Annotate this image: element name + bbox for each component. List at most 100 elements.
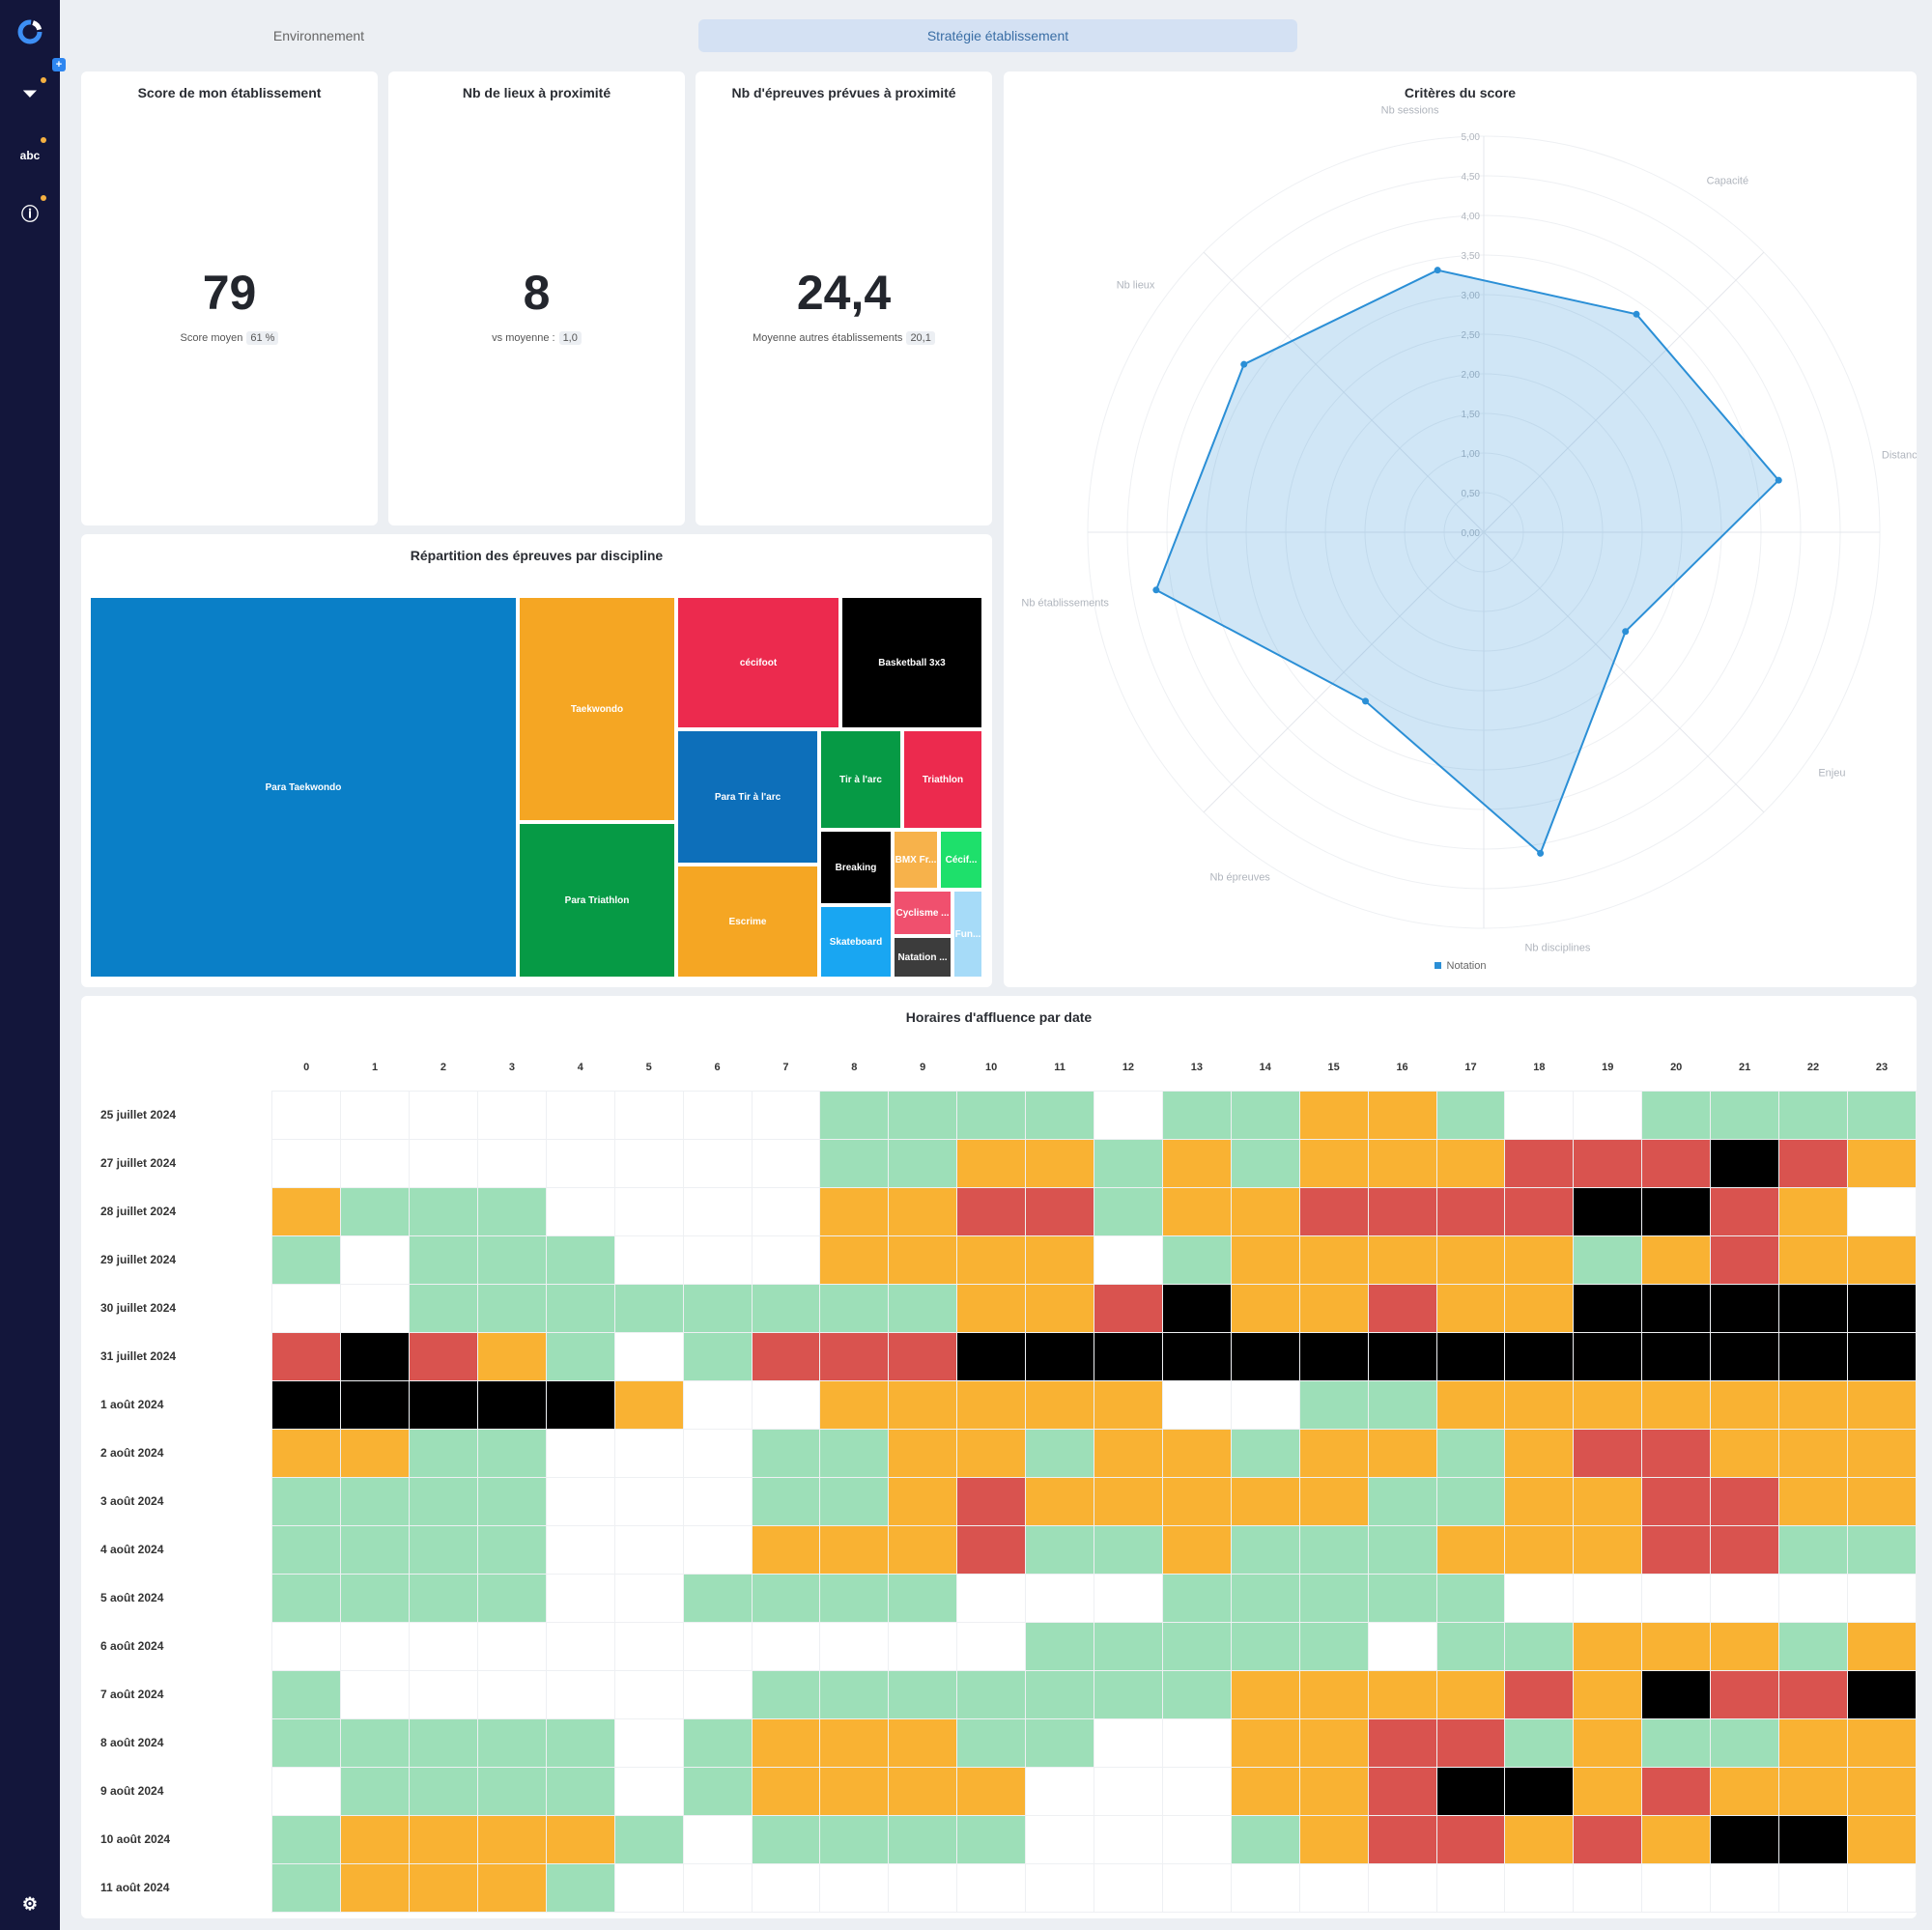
treemap-cell[interactable]: Skateboard	[819, 905, 893, 979]
heatmap-cell[interactable]	[1367, 1428, 1437, 1478]
heatmap-cell[interactable]	[1435, 1379, 1506, 1430]
heatmap-cell[interactable]	[271, 1862, 342, 1913]
heatmap-cell[interactable]	[751, 1235, 821, 1285]
heatmap-cell[interactable]	[1093, 1379, 1163, 1430]
heatmap-cell[interactable]	[1367, 1090, 1437, 1140]
treemap-cell[interactable]: Basketball 3x3	[840, 596, 983, 729]
heatmap-cell[interactable]	[271, 1186, 342, 1236]
heatmap-cell[interactable]	[682, 1862, 753, 1913]
heatmap-cell[interactable]	[1846, 1235, 1918, 1285]
heatmap-cell[interactable]	[1778, 1283, 1848, 1333]
heatmap-cell[interactable]	[682, 1573, 753, 1623]
heatmap-cell[interactable]	[1778, 1235, 1848, 1285]
heatmap-cell[interactable]	[1504, 1138, 1575, 1188]
heatmap-cell[interactable]	[1573, 1621, 1643, 1671]
heatmap-cell[interactable]	[476, 1524, 547, 1575]
heatmap-cell[interactable]	[1641, 1814, 1712, 1864]
heatmap-cell[interactable]	[751, 1090, 821, 1140]
heatmap-cell[interactable]	[1025, 1717, 1094, 1768]
heatmap-cell[interactable]	[1573, 1717, 1643, 1768]
heatmap-cell[interactable]	[476, 1235, 547, 1285]
heatmap-cell[interactable]	[819, 1573, 890, 1623]
heatmap-cell[interactable]	[956, 1476, 1027, 1526]
heatmap-cell[interactable]	[545, 1862, 615, 1913]
legend-label[interactable]: Notation	[1447, 960, 1487, 972]
heatmap-cell[interactable]	[1025, 1621, 1094, 1671]
heatmap-cell[interactable]	[340, 1717, 411, 1768]
heatmap-cell[interactable]	[1846, 1428, 1918, 1478]
heatmap-cell[interactable]	[1504, 1283, 1575, 1333]
heatmap-cell[interactable]	[1025, 1524, 1094, 1575]
heatmap-cell[interactable]	[888, 1186, 958, 1236]
heatmap-cell[interactable]	[888, 1138, 958, 1188]
heatmap-cell[interactable]	[271, 1379, 342, 1430]
heatmap-cell[interactable]	[1435, 1524, 1506, 1575]
heatmap-cell[interactable]	[1846, 1573, 1918, 1623]
heatmap-cell[interactable]	[409, 1138, 478, 1188]
heatmap-cell[interactable]	[1435, 1138, 1506, 1188]
heatmap-cell[interactable]	[1298, 1717, 1369, 1768]
heatmap-cell[interactable]	[1435, 1814, 1506, 1864]
heatmap-cell[interactable]	[751, 1476, 821, 1526]
heatmap-cell[interactable]	[888, 1428, 958, 1478]
heatmap-cell[interactable]	[409, 1717, 478, 1768]
heatmap-cell[interactable]	[1093, 1138, 1163, 1188]
heatmap-cell[interactable]	[545, 1090, 615, 1140]
heatmap-cell[interactable]	[888, 1573, 958, 1623]
treemap-cell[interactable]: Taekwondo	[518, 596, 676, 822]
heatmap-cell[interactable]	[340, 1186, 411, 1236]
treemap-cell[interactable]: Para Tir à l'arc	[676, 729, 819, 865]
heatmap-cell[interactable]	[1161, 1283, 1232, 1333]
heatmap-cell[interactable]	[1367, 1766, 1437, 1816]
heatmap-cell[interactable]	[340, 1090, 411, 1140]
heatmap-cell[interactable]	[956, 1862, 1027, 1913]
heatmap-cell[interactable]	[1710, 1766, 1780, 1816]
heatmap-cell[interactable]	[545, 1766, 615, 1816]
heatmap-cell[interactable]	[340, 1669, 411, 1719]
heatmap-cell[interactable]	[1641, 1573, 1712, 1623]
heatmap-cell[interactable]	[613, 1717, 684, 1768]
heatmap-cell[interactable]	[819, 1621, 890, 1671]
heatmap-cell[interactable]	[613, 1524, 684, 1575]
heatmap-cell[interactable]	[751, 1717, 821, 1768]
heatmap-cell[interactable]	[888, 1331, 958, 1381]
heatmap-cell[interactable]	[613, 1476, 684, 1526]
heatmap-cell[interactable]	[613, 1379, 684, 1430]
heatmap-cell[interactable]	[956, 1090, 1027, 1140]
heatmap-cell[interactable]	[271, 1524, 342, 1575]
heatmap-cell[interactable]	[1367, 1717, 1437, 1768]
heatmap-cell[interactable]	[613, 1331, 684, 1381]
heatmap-cell[interactable]	[1710, 1621, 1780, 1671]
heatmap-cell[interactable]	[409, 1669, 478, 1719]
heatmap-cell[interactable]	[1161, 1186, 1232, 1236]
heatmap-cell[interactable]	[613, 1138, 684, 1188]
heatmap-cell[interactable]	[1025, 1283, 1094, 1333]
heatmap-cell[interactable]	[819, 1379, 890, 1430]
heatmap-cell[interactable]	[1367, 1379, 1437, 1430]
heatmap-cell[interactable]	[1504, 1573, 1575, 1623]
heatmap-cell[interactable]	[1025, 1862, 1094, 1913]
heatmap-cell[interactable]	[476, 1621, 547, 1671]
treemap-cell[interactable]: Cyclisme ...	[893, 890, 952, 936]
heatmap-cell[interactable]	[682, 1766, 753, 1816]
heatmap-cell[interactable]	[545, 1814, 615, 1864]
heatmap-cell[interactable]	[1367, 1235, 1437, 1285]
heatmap-cell[interactable]	[1573, 1524, 1643, 1575]
heatmap-cell[interactable]	[1367, 1476, 1437, 1526]
heatmap-cell[interactable]	[1710, 1476, 1780, 1526]
heatmap-cell[interactable]	[613, 1669, 684, 1719]
heatmap-cell[interactable]	[1846, 1814, 1918, 1864]
heatmap-cell[interactable]	[1778, 1717, 1848, 1768]
heatmap-cell[interactable]	[682, 1476, 753, 1526]
heatmap-cell[interactable]	[613, 1766, 684, 1816]
heatmap-cell[interactable]	[1641, 1717, 1712, 1768]
heatmap-cell[interactable]	[751, 1573, 821, 1623]
text-abc-icon[interactable]: abc	[15, 141, 44, 170]
heatmap-cell[interactable]	[819, 1766, 890, 1816]
heatmap-cell[interactable]	[888, 1476, 958, 1526]
heatmap-cell[interactable]	[271, 1717, 342, 1768]
heatmap-cell[interactable]	[1298, 1379, 1369, 1430]
heatmap-cell[interactable]	[956, 1283, 1027, 1333]
heatmap-cell[interactable]	[1846, 1090, 1918, 1140]
heatmap-cell[interactable]	[1230, 1138, 1300, 1188]
